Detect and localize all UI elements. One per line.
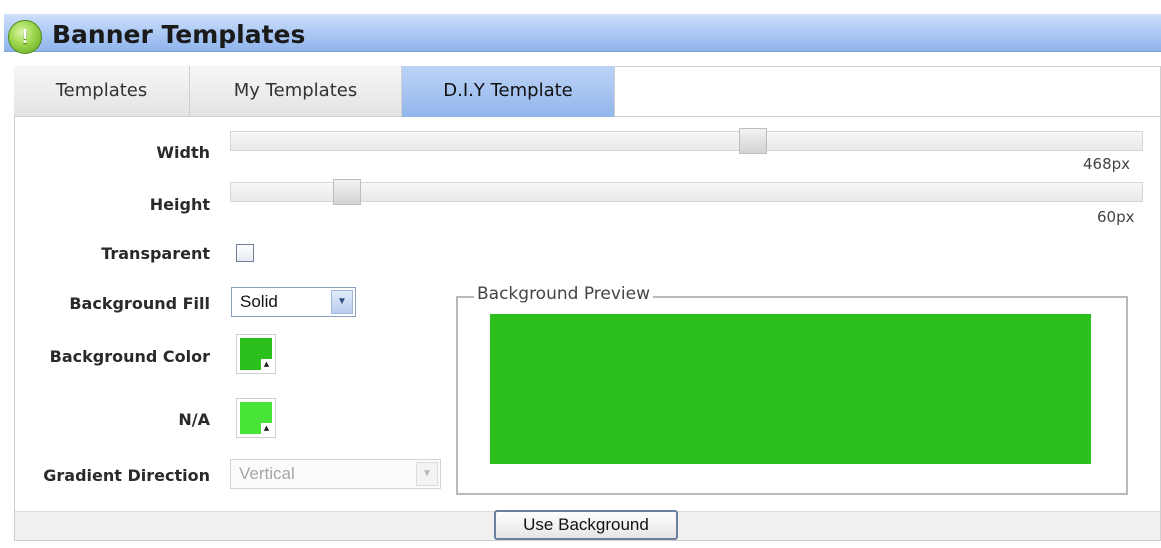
height-slider-handle[interactable] <box>333 179 361 205</box>
tab-divider <box>615 116 1161 117</box>
width-slider-handle[interactable] <box>739 128 767 154</box>
tab-diy-template[interactable]: D.I.Y Template <box>402 66 615 117</box>
background-fill-value: Solid <box>240 292 278 311</box>
tab-templates[interactable]: Templates <box>14 66 190 117</box>
chevron-down-icon: ▼ <box>416 462 438 486</box>
gradient-direction-select[interactable]: Vertical ▼ <box>230 459 441 489</box>
color-picker-icon: ▲ <box>261 423 272 434</box>
tab-my-templates[interactable]: My Templates <box>190 66 402 117</box>
gradient-direction-label: Gradient Direction <box>43 466 210 485</box>
background-color-label: Background Color <box>49 347 210 366</box>
height-slider[interactable] <box>230 179 1143 205</box>
background-fill-select[interactable]: Solid ▼ <box>231 287 356 317</box>
background-color-swatch[interactable]: ▲ <box>236 334 276 374</box>
app-logo-icon: ! <box>8 20 42 54</box>
height-value: 60px <box>1097 208 1135 226</box>
na-label: N/A <box>178 410 210 429</box>
transparent-label: Transparent <box>101 244 210 263</box>
color-picker-icon: ▲ <box>261 359 272 370</box>
background-preview-fill <box>490 314 1091 464</box>
width-label: Width <box>156 143 210 162</box>
transparent-checkbox[interactable] <box>236 244 254 262</box>
page-title: Banner Templates <box>52 20 306 49</box>
chevron-down-icon: ▼ <box>331 290 353 314</box>
width-value: 468px <box>1083 155 1131 173</box>
gradient-direction-value: Vertical <box>239 464 295 483</box>
tab-bar: Templates My Templates D.I.Y Template <box>14 66 1161 117</box>
use-background-button[interactable]: Use Background <box>494 510 678 540</box>
width-slider[interactable] <box>230 128 1143 154</box>
height-label: Height <box>149 195 210 214</box>
background-fill-label: Background Fill <box>69 294 210 313</box>
background-preview-legend: Background Preview <box>474 284 653 304</box>
na-color-swatch[interactable]: ▲ <box>236 398 276 438</box>
